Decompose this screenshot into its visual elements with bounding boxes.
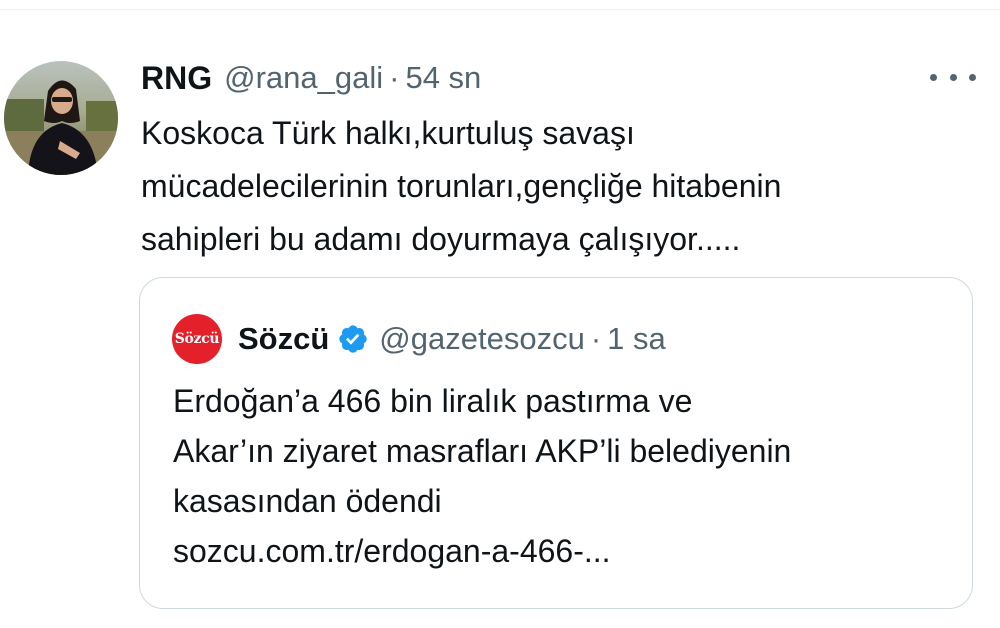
avatar-photo <box>4 61 118 175</box>
user-handle[interactable]: @rana_gali <box>224 60 383 96</box>
sozcu-logo: Sözcü <box>174 331 220 347</box>
quoted-user-handle[interactable]: @gazetesozcu <box>379 321 585 357</box>
quoted-text-line: Akar’ın ziyaret masrafları AKP’li beledi… <box>173 433 792 469</box>
quoted-timestamp[interactable]: 1 sa <box>607 321 666 357</box>
tweet-header: RNG @rana_gali · 54 sn <box>141 58 481 98</box>
quoted-display-name[interactable]: Sözcü <box>238 321 329 357</box>
quoted-link[interactable]: sozcu.com.tr/erdogan-a-466-... <box>173 526 963 576</box>
avatar[interactable] <box>4 61 118 175</box>
tweet-text: Koskoca Türk halkı,kurtuluş savaşı mücad… <box>141 107 961 266</box>
tweet-text-line: Koskoca Türk halkı,kurtuluş savaşı <box>141 115 635 151</box>
tweet-text-line: mücadelecilerinin torunları,gençliğe hit… <box>141 168 782 204</box>
more-horizontal-icon <box>969 73 976 81</box>
tweet-text-line: sahipleri bu adamı doyurmaya çalışıyor..… <box>141 221 741 257</box>
quoted-text-line: Erdoğan’a 466 bin liralık pastırma ve <box>173 383 693 419</box>
more-horizontal-icon <box>949 73 957 81</box>
quoted-tweet[interactable]: Sözcü Sözcü @gazetesozcu · 1 sa Erdoğan’… <box>139 277 973 609</box>
more-options-button[interactable] <box>930 66 976 88</box>
more-horizontal-icon <box>930 73 937 81</box>
verified-badge-icon <box>339 325 367 353</box>
tweet[interactable]: RNG @rana_gali · 54 sn Koskoca Türk halk… <box>0 0 1000 628</box>
timestamp[interactable]: 54 sn <box>405 60 481 96</box>
display-name[interactable]: RNG <box>141 60 212 97</box>
quoted-tweet-text: Erdoğan’a 466 bin liralık pastırma ve Ak… <box>173 376 963 576</box>
separator-dot: · <box>590 321 602 356</box>
quoted-text-line: kasasından ödendi <box>173 483 442 519</box>
quoted-tweet-header: Sözcü @gazetesozcu · 1 sa <box>238 319 666 359</box>
quoted-avatar[interactable]: Sözcü <box>172 314 222 364</box>
separator-dot: · <box>389 60 400 95</box>
